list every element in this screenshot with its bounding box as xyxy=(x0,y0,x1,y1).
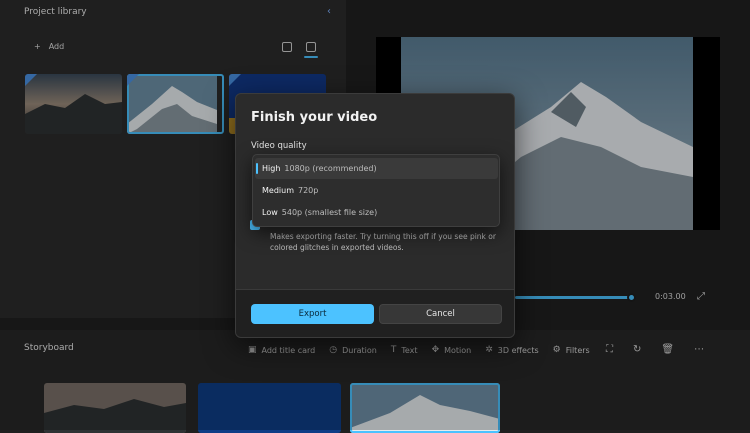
export-button[interactable]: Export xyxy=(251,304,374,324)
option-name: High xyxy=(262,164,281,173)
video-quality-dropdown: High 1080p (recommended) Medium 720p Low… xyxy=(252,154,500,227)
cancel-button[interactable]: Cancel xyxy=(379,304,502,324)
option-detail: 540p (smallest file size) xyxy=(281,208,378,217)
quality-option-high[interactable]: High 1080p (recommended) xyxy=(255,158,498,179)
video-quality-label: Video quality xyxy=(251,141,307,151)
quality-option-low[interactable]: Low 540p (smallest file size) xyxy=(255,202,498,223)
hardware-encoding-hint: Makes exporting faster. Try turning this… xyxy=(270,232,496,252)
option-detail: 1080p (recommended) xyxy=(284,164,377,173)
option-detail: 720p xyxy=(298,186,319,195)
dialog-title: Finish your video xyxy=(251,110,378,125)
quality-option-medium[interactable]: Medium 720p xyxy=(255,180,498,201)
option-name: Low xyxy=(262,208,278,217)
option-name: Medium xyxy=(262,186,294,195)
